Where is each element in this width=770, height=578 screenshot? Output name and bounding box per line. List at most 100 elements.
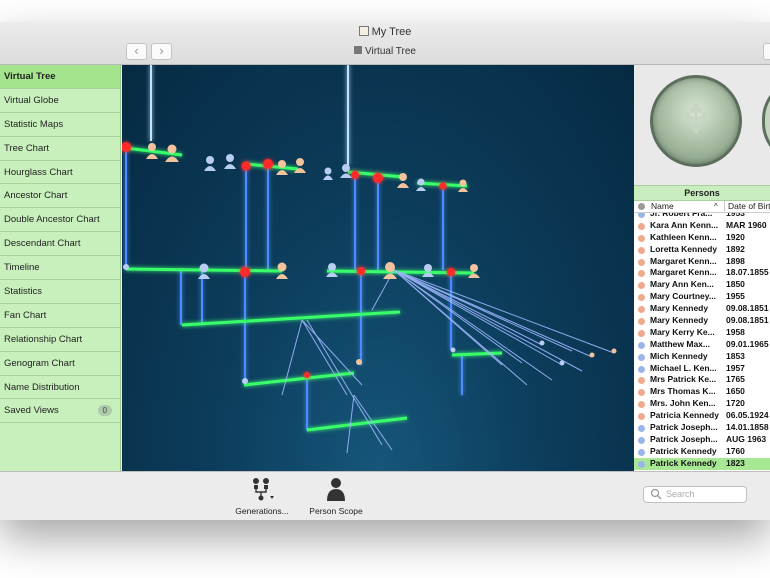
person-name: Matthew Max... [650,338,710,349]
sidebar-item-descendant-chart[interactable]: Descendant Chart [0,232,120,257]
person-birth-date: 1853 [726,350,745,361]
male-gender-icon [638,341,645,349]
sidebar-item-statistics[interactable]: Statistics [0,280,120,304]
person-row[interactable]: Patrick Kennedy 1823 [634,457,770,470]
person-birth-date: 1958 [726,326,745,337]
female-gender-icon [638,318,645,326]
person-name: Kathleen Kenn... [650,231,717,242]
forward-button[interactable]: › [151,43,172,60]
person-birth-date: 1850 [726,279,745,290]
person-scope-button[interactable]: Person Scope [304,476,368,516]
person-row[interactable]: Kathleen Kenn... 1920 [634,232,770,244]
sidebar-item-label: Statistics [4,286,43,298]
sidebar-item-name-distribution[interactable]: Name Distribution [0,376,120,400]
person-figures[interactable] [123,143,617,384]
persons-panel: Persons Name ^ Date of Birth Jr. Robert … [634,185,770,471]
virtual-tree-canvas[interactable] [122,65,634,471]
sidebar-item-statistic-maps[interactable]: Statistic Maps [0,113,120,137]
person-row[interactable]: Patricia Kennedy 06.05.1924 [634,410,770,422]
date-column-header[interactable]: Date of Birth [724,201,770,212]
person-name: Mary Ann Ken... [650,279,714,290]
person-row[interactable]: Kara Ann Kenn... MAR 1960 [634,220,770,232]
person-row[interactable]: Patrick Joseph... 14.01.1858 [634,422,770,434]
person-name: Patricia Kennedy [650,410,719,421]
male-gender-icon [638,365,645,373]
sidebar-item-label: Descendant Chart [4,238,81,250]
sidebar-item-hourglass-chart[interactable]: Hourglass Chart [0,161,120,185]
navigation-pad[interactable]: ✥ [650,75,742,167]
sidebar-item-fan-chart[interactable]: Fan Chart [0,304,120,328]
person-name: Kara Ann Kenn... [650,219,719,230]
person-birth-date: 1760 [726,445,745,456]
person-row[interactable]: Mary Ann Ken... 1850 [634,279,770,291]
sidebar-item-label: Fan Chart [4,309,47,321]
persons-list[interactable]: Jr. Robert Fra... 1953 Kara Ann Kenn... MAR… [634,213,770,470]
toolbar-right-button[interactable] [763,43,770,60]
gender-column-header[interactable] [638,203,645,210]
person-row[interactable]: Jr. Robert Fra... 1953 [634,213,770,220]
person-birth-date: 18.07.1855 [726,267,769,278]
person-row[interactable]: Patrick Joseph... AUG 1963 [634,434,770,446]
person-row[interactable]: Mrs. John Ken... 1720 [634,398,770,410]
search-input[interactable]: Search [643,486,747,503]
sidebar-item-saved-views[interactable]: Saved Views 0 [0,399,120,424]
tree-file-icon [358,26,369,36]
zoom-control[interactable] [762,79,770,163]
app-window: My Tree Virtual Tree ‹ › Virtual Tree Vir… [0,22,770,520]
female-gender-icon [638,222,645,230]
person-row[interactable]: Mrs Patrick Ke... 1765 [634,374,770,386]
female-gender-icon [638,282,645,290]
person-row[interactable]: Patrick Kennedy 1760 [634,446,770,458]
person-row[interactable]: Michael L. Ken... 1957 [634,363,770,375]
male-gender-icon [638,448,645,456]
person-icon [327,478,345,501]
sidebar-item-label: Virtual Globe [4,94,59,106]
female-gender-icon [638,377,645,385]
person-row[interactable]: Loretta Kennedy 1892 [634,244,770,256]
person-name: Mich Kennedy [650,350,708,361]
person-row[interactable]: Mary Kennedy 09.08.1851 [634,315,770,327]
sort-ascending-icon: ^ [714,202,718,211]
name-column-header[interactable]: Name [651,201,674,212]
male-gender-icon [638,460,645,468]
vertical-links [125,148,463,430]
person-row[interactable]: Margaret Kenn... 1898 [634,256,770,268]
person-name: Patrick Joseph... [650,422,718,433]
male-gender-icon [638,436,645,444]
sidebar-item-virtual-globe[interactable]: Virtual Globe [0,89,120,113]
right-pane: ✥ Persons Name ^ Date of Birth Jr. Rober… [634,65,770,471]
back-button[interactable]: ‹ [126,43,147,60]
person-scope-label: Person Scope [309,506,363,516]
sidebar-item-relationship-chart[interactable]: Relationship Chart [0,328,120,352]
generations-button[interactable]: Generations... [232,476,292,516]
person-row[interactable]: Matthew Max... 09.01.1965 [634,339,770,351]
person-birth-date: 1920 [726,231,745,242]
person-row[interactable]: Mich Kennedy 1853 [634,351,770,363]
person-birth-date: 1898 [726,255,745,266]
light-beams [150,65,349,165]
person-row[interactable]: Margaret Kenn... 18.07.1855 [634,267,770,279]
sidebar-item-tree-chart[interactable]: Tree Chart [0,137,120,161]
sidebar-item-label: Genogram Chart [4,357,75,369]
sidebar-item-timeline[interactable]: Timeline [0,256,120,281]
persons-title: Persons [634,185,770,201]
person-row[interactable]: Mary Courtney... 1955 [634,291,770,303]
person-name: Mary Kennedy [650,303,709,314]
virtual-tree-view[interactable] [122,65,634,471]
sidebar-item-double-ancestor-chart[interactable]: Double Ancestor Chart [0,208,120,233]
female-gender-icon [638,329,645,337]
female-gender-icon [638,413,645,421]
person-name: Mary Kerry Ke... [650,326,715,337]
person-row[interactable]: Mary Kerry Ke... 1958 [634,327,770,339]
person-birth-date: AUG 1963 [726,433,767,444]
person-name: Patrick Kennedy [650,445,717,456]
female-gender-icon [638,401,645,409]
person-row[interactable]: Mary Kennedy 09.08.1851 [634,303,770,315]
person-row[interactable]: Mrs Thomas K... 1650 [634,386,770,398]
person-birth-date: 1953 [726,213,745,218]
sidebar-item-label: Virtual Tree [4,71,56,82]
sidebar-item-virtual-tree[interactable]: Virtual Tree [0,65,120,89]
person-birth-date: 14.01.1858 [726,422,769,433]
sidebar-item-ancestor-chart[interactable]: Ancestor Chart [0,184,120,209]
sidebar-item-genogram-chart[interactable]: Genogram Chart [0,352,120,376]
